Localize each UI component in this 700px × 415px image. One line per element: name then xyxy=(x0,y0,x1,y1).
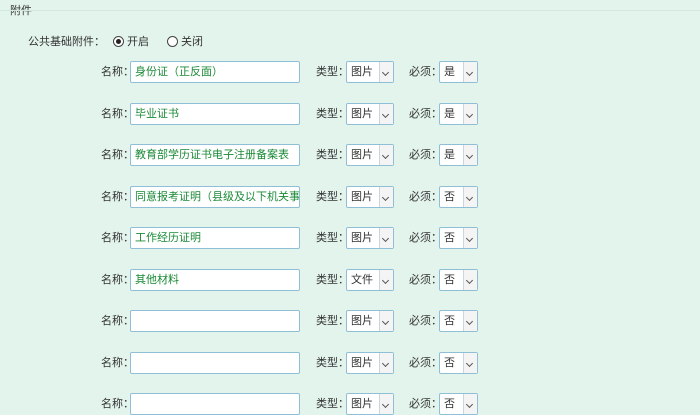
chevron-down-icon[interactable] xyxy=(379,186,393,207)
required-select[interactable]: 是 xyxy=(439,102,478,125)
chevron-down-icon[interactable] xyxy=(463,311,477,331)
type-select-value: 图片 xyxy=(351,231,373,244)
required-select-value: 否 xyxy=(444,314,455,327)
radio-option-disable[interactable]: 关闭 xyxy=(167,33,203,49)
attachment-name-input[interactable] xyxy=(130,351,300,374)
chevron-down-icon[interactable] xyxy=(463,103,477,124)
attachment-name-input[interactable]: 身份证（正反面） xyxy=(130,61,300,83)
required-select-value: 否 xyxy=(444,272,455,286)
radio-option-enable[interactable]: 开启 xyxy=(113,33,149,49)
required-label: 必须： xyxy=(409,314,442,327)
attachment-row: 名称： 类型： 图片 必须：否 xyxy=(0,393,700,415)
public-attachment-label: 公共基础附件： xyxy=(28,35,105,48)
attachment-name-input[interactable]: 工作经历证明 xyxy=(130,227,300,249)
required-select-value: 是 xyxy=(444,106,455,120)
chevron-down-icon[interactable] xyxy=(379,311,393,331)
attachment-name-input[interactable]: 其他材料 xyxy=(130,268,300,291)
required-select-value: 是 xyxy=(444,148,455,161)
chevron-down-icon[interactable] xyxy=(463,145,477,165)
required-label: 必须： xyxy=(409,106,442,120)
required-select[interactable]: 否 xyxy=(439,185,478,208)
attachment-name-input[interactable] xyxy=(130,393,300,415)
type-select-value: 文件 xyxy=(351,272,373,286)
section-divider xyxy=(0,10,700,11)
type-label: 类型： xyxy=(316,397,349,410)
type-select[interactable]: 图片 xyxy=(346,185,394,208)
required-label: 必须： xyxy=(409,355,442,369)
type-label: 类型： xyxy=(316,231,349,244)
chevron-down-icon[interactable] xyxy=(379,145,393,165)
attachment-name-input[interactable]: 教育部学历证书电子注册备案表 xyxy=(130,144,300,166)
attachment-row: 名称： 身份证（正反面） 类型： 图片 必须：是 xyxy=(0,61,700,83)
type-select[interactable]: 图片 xyxy=(346,144,394,166)
required-select[interactable]: 是 xyxy=(439,144,478,166)
type-select[interactable]: 文件 xyxy=(346,268,394,291)
radio-enable[interactable] xyxy=(113,35,124,47)
chevron-down-icon[interactable] xyxy=(379,269,393,290)
required-select[interactable]: 否 xyxy=(439,393,478,415)
attachment-row: 名称： 其他材料 类型： 文件 必须：否 xyxy=(0,268,700,291)
type-select-value: 图片 xyxy=(351,355,373,369)
chevron-down-icon[interactable] xyxy=(379,352,393,373)
attachment-row: 名称： 教育部学历证书电子注册备案表 类型： 图片 必须：是 xyxy=(0,144,700,166)
attachment-name-input[interactable] xyxy=(130,310,300,332)
chevron-down-icon[interactable] xyxy=(463,62,477,82)
required-label: 必须： xyxy=(409,65,442,78)
type-label: 类型： xyxy=(316,355,349,369)
type-label: 类型： xyxy=(316,148,349,161)
required-label: 必须： xyxy=(409,397,442,410)
required-select-value: 否 xyxy=(444,397,455,410)
type-select[interactable]: 图片 xyxy=(346,351,394,374)
type-select-value: 图片 xyxy=(351,65,373,78)
required-select-value: 否 xyxy=(444,355,455,369)
required-select[interactable]: 否 xyxy=(439,227,478,249)
required-label: 必须： xyxy=(409,148,442,161)
attachment-row: 名称： 类型： 图片 必须：否 xyxy=(0,310,700,332)
required-select[interactable]: 否 xyxy=(439,268,478,291)
chevron-down-icon[interactable] xyxy=(463,394,477,414)
type-select[interactable]: 图片 xyxy=(346,102,394,125)
chevron-down-icon[interactable] xyxy=(379,228,393,248)
radio-enable-label: 开启 xyxy=(127,35,149,48)
type-label: 类型： xyxy=(316,65,349,78)
required-select-value: 否 xyxy=(444,231,455,244)
chevron-down-icon[interactable] xyxy=(463,269,477,290)
type-label: 类型： xyxy=(316,189,349,203)
type-select-value: 图片 xyxy=(351,314,373,327)
radio-disable[interactable] xyxy=(167,35,178,47)
chevron-down-icon[interactable] xyxy=(379,103,393,124)
attachment-row: 名称： 类型： 图片 必须：否 xyxy=(0,351,700,374)
type-select[interactable]: 图片 xyxy=(346,310,394,332)
required-select[interactable]: 否 xyxy=(439,310,478,332)
type-label: 类型： xyxy=(316,314,349,327)
type-select-value: 图片 xyxy=(351,106,373,120)
type-label: 类型： xyxy=(316,106,349,120)
type-select[interactable]: 图片 xyxy=(346,393,394,415)
type-label: 类型： xyxy=(316,272,349,286)
type-select-value: 图片 xyxy=(351,397,373,410)
chevron-down-icon[interactable] xyxy=(379,394,393,414)
chevron-down-icon[interactable] xyxy=(463,228,477,248)
required-select[interactable]: 是 xyxy=(439,61,478,83)
required-select[interactable]: 否 xyxy=(439,351,478,374)
attachment-row: 名称： 毕业证书 类型： 图片 必须：是 xyxy=(0,102,700,125)
required-label: 必须： xyxy=(409,231,442,244)
attachment-row: 名称： 工作经历证明 类型： 图片 必须：否 xyxy=(0,227,700,249)
type-select-value: 图片 xyxy=(351,148,373,161)
type-select-value: 图片 xyxy=(351,189,373,203)
chevron-down-icon[interactable] xyxy=(463,352,477,373)
public-attachment-row: 公共基础附件： 开启 关闭 xyxy=(28,33,221,49)
chevron-down-icon[interactable] xyxy=(379,62,393,82)
required-label: 必须： xyxy=(409,189,442,203)
attachment-name-input[interactable]: 毕业证书 xyxy=(130,102,300,125)
type-select[interactable]: 图片 xyxy=(346,61,394,83)
required-select-value: 是 xyxy=(444,65,455,78)
radio-disable-label: 关闭 xyxy=(181,35,203,48)
attachment-name-input[interactable]: 同意报考证明（县级及以下机关事业单 xyxy=(130,185,300,208)
type-select[interactable]: 图片 xyxy=(346,227,394,249)
attachment-row: 名称：同意报考证明（县级及以下机关事业单类型：图片必须：否 xyxy=(0,185,700,208)
required-select-value: 否 xyxy=(444,189,455,203)
required-label: 必须： xyxy=(409,272,442,286)
chevron-down-icon[interactable] xyxy=(463,186,477,207)
